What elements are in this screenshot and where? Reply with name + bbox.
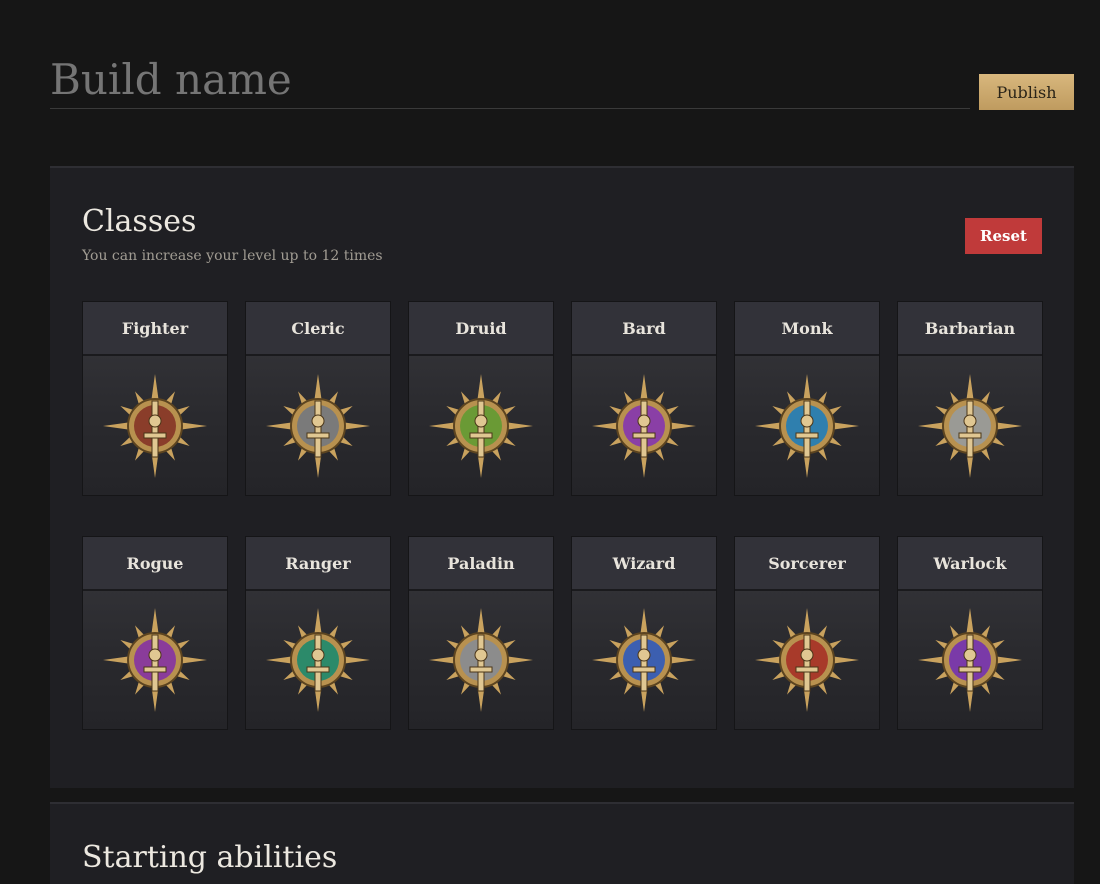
class-card-emblem-area	[735, 356, 879, 495]
classes-subtitle: You can increase your level up to 12 tim…	[82, 248, 383, 264]
classes-title: Classes	[82, 204, 197, 239]
monk-emblem-icon	[755, 373, 859, 478]
class-card-barbarian[interactable]: Barbarian	[897, 301, 1043, 496]
class-card-label: Paladin	[409, 537, 553, 591]
class-card-sorcerer[interactable]: Sorcerer	[734, 536, 880, 730]
starting-abilities-title: Starting abilities	[82, 840, 338, 875]
class-card-label: Druid	[409, 302, 553, 356]
class-card-rogue[interactable]: Rogue	[82, 536, 228, 730]
class-card-paladin[interactable]: Paladin	[408, 536, 554, 730]
reset-button[interactable]: Reset	[965, 218, 1042, 254]
paladin-emblem-icon	[429, 608, 533, 712]
class-card-label: Sorcerer	[735, 537, 879, 591]
sorcerer-emblem-icon	[755, 608, 859, 712]
ranger-emblem-icon	[266, 608, 370, 712]
class-card-bard[interactable]: Bard	[571, 301, 717, 496]
class-card-wizard[interactable]: Wizard	[571, 536, 717, 730]
cleric-emblem-icon	[266, 373, 370, 478]
barbarian-emblem-icon	[918, 373, 1022, 478]
class-card-label: Cleric	[246, 302, 390, 356]
class-card-emblem-area	[83, 591, 227, 729]
rogue-emblem-icon	[103, 608, 207, 712]
class-card-ranger[interactable]: Ranger	[245, 536, 391, 730]
class-card-label: Wizard	[572, 537, 716, 591]
class-card-emblem-area	[409, 356, 553, 495]
class-card-emblem-area	[898, 356, 1042, 495]
class-card-label: Monk	[735, 302, 879, 356]
class-card-monk[interactable]: Monk	[734, 301, 880, 496]
class-card-label: Bard	[572, 302, 716, 356]
class-grid: Fighter Cleric Druid Bard Monk Barbarian Rogue…	[82, 301, 1043, 730]
section-divider	[50, 788, 1074, 802]
warlock-emblem-icon	[918, 608, 1022, 712]
class-card-cleric[interactable]: Cleric	[245, 301, 391, 496]
class-card-emblem-area	[572, 356, 716, 495]
class-card-emblem-area	[572, 591, 716, 729]
classes-panel: Classes You can increase your level up t…	[50, 166, 1074, 790]
class-card-emblem-area	[246, 591, 390, 729]
starting-abilities-panel: Starting abilities	[50, 802, 1074, 884]
class-card-label: Rogue	[83, 537, 227, 591]
class-card-emblem-area	[83, 356, 227, 495]
class-card-druid[interactable]: Druid	[408, 301, 554, 496]
class-card-emblem-area	[409, 591, 553, 729]
build-name-input[interactable]	[50, 50, 970, 109]
build-header: Publish	[50, 50, 1074, 112]
druid-emblem-icon	[429, 373, 533, 478]
bard-emblem-icon	[592, 373, 696, 478]
fighter-emblem-icon	[103, 373, 207, 478]
class-card-label: Fighter	[83, 302, 227, 356]
publish-button[interactable]: Publish	[979, 74, 1074, 110]
class-card-label: Warlock	[898, 537, 1042, 591]
class-card-emblem-area	[735, 591, 879, 729]
class-card-label: Barbarian	[898, 302, 1042, 356]
class-card-fighter[interactable]: Fighter	[82, 301, 228, 496]
class-card-emblem-area	[898, 591, 1042, 729]
class-card-label: Ranger	[246, 537, 390, 591]
wizard-emblem-icon	[592, 608, 696, 712]
class-card-emblem-area	[246, 356, 390, 495]
class-card-warlock[interactable]: Warlock	[897, 536, 1043, 730]
